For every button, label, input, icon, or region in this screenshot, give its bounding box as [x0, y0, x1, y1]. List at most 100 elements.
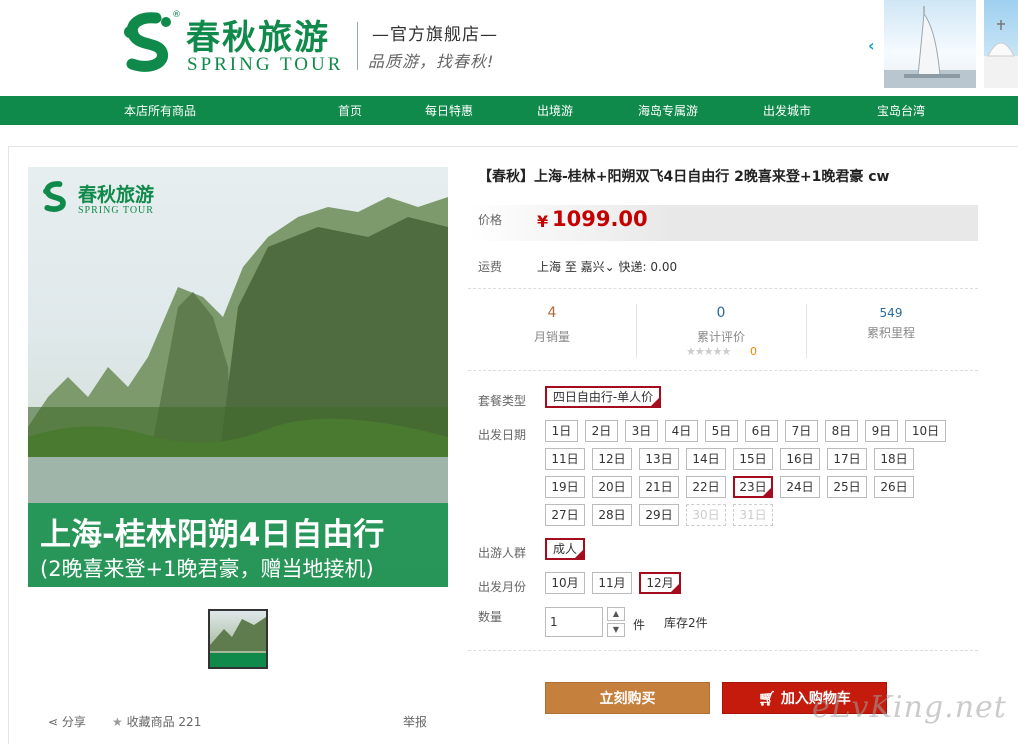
points-count: 549 — [879, 306, 903, 320]
share-button[interactable]: ⋖ 分享 — [48, 713, 86, 730]
shipping-label: 运费 — [478, 260, 503, 274]
date-option[interactable]: 22日 — [686, 476, 726, 498]
date-option[interactable]: 26日 — [874, 476, 914, 498]
price-currency: ¥ — [537, 212, 549, 231]
date-option[interactable]: 11日 — [545, 448, 585, 470]
nav-all-products[interactable]: 本店所有商品 — [124, 102, 196, 119]
review-count[interactable]: 0 — [681, 305, 761, 321]
image-logo-icon — [43, 181, 66, 212]
date-option[interactable]: 25日 — [827, 476, 867, 498]
quantity-label: 数量 — [478, 610, 503, 624]
thumbnail-caption — [210, 653, 266, 667]
monthly-sales-count: 4 — [547, 305, 557, 321]
date-option[interactable]: 12日 — [592, 448, 632, 470]
date-option[interactable]: 23日 — [733, 476, 773, 498]
store-nav-bar: 本店所有商品 首页 每日特惠 出境游 海岛专属游 出发城市 宝岛台湾 — [0, 96, 1018, 125]
price-label: 价格 — [478, 213, 503, 227]
month-option-dec[interactable]: 12月 — [639, 572, 681, 594]
date-option[interactable]: 21日 — [639, 476, 679, 498]
image-title: 上海-桂林阳朔4日自由行 — [40, 517, 385, 553]
date-option[interactable]: 24日 — [780, 476, 820, 498]
date-option[interactable]: 15日 — [733, 448, 773, 470]
date-option: 30日 — [686, 504, 726, 526]
logo-text-en: SPRING TOUR — [187, 54, 344, 75]
shipping-info: 上海 至 嘉兴⌄ 快递: 0.00 — [537, 258, 677, 275]
image-subtitle: (2晚喜来登+1晚君豪，赠当地接机) — [40, 557, 374, 581]
date-option[interactable]: 14日 — [686, 448, 726, 470]
nav-outbound[interactable]: 出境游 — [537, 102, 573, 119]
registered-mark: ® — [172, 10, 181, 20]
stock-info: 库存2件 — [664, 616, 708, 630]
nav-home[interactable]: 首页 — [338, 102, 362, 119]
image-logo-cn: 春秋旅游 — [78, 184, 155, 206]
rating-stars-icon: ★★★★★ — [686, 345, 731, 358]
quantity-increase-icon[interactable]: ▲ — [607, 607, 625, 621]
date-option[interactable]: 28日 — [592, 504, 632, 526]
quantity-unit: 件 — [633, 618, 646, 632]
package-label: 套餐类型 — [478, 394, 527, 408]
nav-island[interactable]: 海岛专属游 — [638, 102, 698, 119]
points-label: 累积里程 — [866, 326, 915, 340]
crowd-label: 出游人群 — [478, 546, 527, 560]
product-title: 【春秋】上海-桂林+阳朔双飞4日自由行 2晚喜来登+1晚君豪 cw — [478, 169, 890, 185]
gallery-thumbnail[interactable] — [208, 609, 268, 669]
date-option[interactable]: 5日 — [705, 420, 738, 442]
stat-separator — [636, 304, 637, 358]
date-option[interactable]: 1日 — [545, 420, 578, 442]
package-option-selected[interactable]: 四日自由行-单人价 — [545, 386, 661, 408]
cart-icon: 🛒︎ — [758, 691, 781, 707]
review-label[interactable]: 累计评价 — [681, 328, 761, 345]
date-option[interactable]: 3日 — [625, 420, 658, 442]
price-value: 1099.00 — [552, 207, 648, 231]
date-option[interactable]: 10日 — [905, 420, 946, 442]
watermark: eLvKing.net — [812, 690, 1007, 725]
chevron-down-icon[interactable]: ⌄ — [605, 260, 619, 274]
date-option[interactable]: 17日 — [827, 448, 867, 470]
slogan: 品质游，找春秋! — [368, 52, 495, 71]
date-option[interactable]: 20日 — [592, 476, 632, 498]
date-option[interactable]: 29日 — [639, 504, 679, 526]
banner-thumb-burj-al-arab[interactable] — [884, 0, 976, 88]
date-option[interactable]: 6日 — [745, 420, 778, 442]
date-option[interactable]: 7日 — [785, 420, 818, 442]
month-option-oct[interactable]: 10月 — [545, 572, 585, 594]
star-icon: ★ — [112, 715, 127, 729]
date-option[interactable]: 2日 — [585, 420, 618, 442]
date-option: 31日 — [733, 504, 773, 526]
nav-daily-deals[interactable]: 每日特惠 — [425, 102, 473, 119]
banner-prev-arrow-icon[interactable]: ‹ — [868, 36, 875, 55]
dome-icon — [984, 20, 1018, 88]
quantity-input[interactable] — [545, 607, 603, 637]
logo-text-cn: 春秋旅游 — [186, 18, 330, 58]
divider — [468, 288, 978, 289]
review-score: 0 — [750, 345, 757, 358]
collect-button[interactable]: ★ 收藏商品 221 — [112, 713, 201, 730]
crowd-option-adult[interactable]: 成人 — [545, 538, 585, 560]
date-option[interactable]: 16日 — [780, 448, 820, 470]
hotel-tower-icon — [884, 6, 976, 88]
store-header: ® 春秋旅游 SPRING TOUR —官方旗舰店— 品质游，找春秋! ‹ — [0, 0, 1018, 96]
monthly-sales-label: 月销量 — [533, 330, 570, 344]
date-option[interactable]: 9日 — [865, 420, 898, 442]
nav-departure-city[interactable]: 出发城市 — [763, 102, 811, 119]
date-option[interactable]: 18日 — [874, 448, 914, 470]
banner-thumb-church[interactable] — [984, 0, 1018, 88]
date-option[interactable]: 19日 — [545, 476, 585, 498]
buy-now-button[interactable]: 立刻购买 — [545, 682, 710, 714]
nav-taiwan[interactable]: 宝岛台湾 — [877, 102, 925, 119]
date-option[interactable]: 27日 — [545, 504, 585, 526]
logo-divider — [357, 22, 358, 70]
report-link[interactable]: 举报 — [403, 713, 427, 730]
shipping-method: 快递: 0.00 — [618, 260, 678, 274]
divider — [468, 370, 978, 371]
spring-tour-logo-icon[interactable] — [118, 12, 180, 74]
shipping-route-select[interactable]: 上海 至 嘉兴 — [537, 260, 605, 274]
date-option[interactable]: 4日 — [665, 420, 698, 442]
month-option-nov[interactable]: 11月 — [592, 572, 632, 594]
date-option[interactable]: 8日 — [825, 420, 858, 442]
share-icon: ⋖ — [48, 715, 62, 729]
date-option[interactable]: 13日 — [639, 448, 679, 470]
image-logo-en: SPRING TOUR — [78, 205, 154, 216]
quantity-decrease-icon[interactable]: ▼ — [607, 623, 625, 637]
product-main-image[interactable]: 春秋旅游 SPRING TOUR 上海-桂林阳朔4日自由行 (2晚喜来登+1晚君… — [28, 167, 448, 587]
